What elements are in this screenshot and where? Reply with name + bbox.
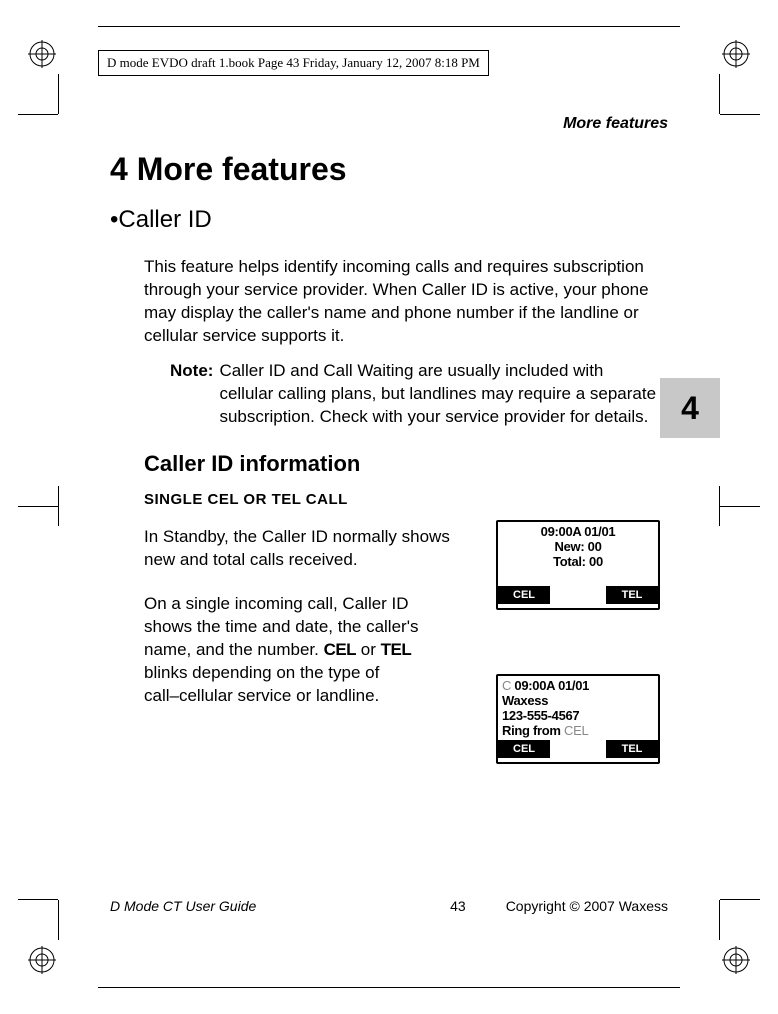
crop-mark-icon — [18, 506, 58, 507]
crop-mark-icon — [719, 74, 720, 114]
note-text: Caller ID and Call Waiting are usually i… — [219, 360, 658, 429]
subsection-heading: Caller ID information — [144, 451, 668, 477]
footer-guide-name: D Mode CT User Guide — [110, 898, 256, 914]
registration-mark-icon — [722, 946, 750, 974]
registration-mark-icon — [28, 946, 56, 974]
registration-mark-icon — [28, 40, 56, 68]
cel-label: CEL — [324, 640, 357, 659]
print-rule-bottom — [98, 987, 680, 988]
standby-paragraph: In Standby, the Caller ID normally shows… — [144, 526, 454, 572]
para-text: or — [356, 640, 381, 659]
para-text: call–cellular service or landline. — [144, 686, 379, 705]
page-body: More features 4 More features •Caller ID… — [110, 115, 668, 914]
note-block: Note: Caller ID and Call Waiting are usu… — [170, 360, 658, 429]
registration-mark-icon — [722, 40, 750, 68]
crop-mark-icon — [720, 899, 760, 900]
chapter-tab: 4 — [660, 378, 720, 438]
crop-mark-icon — [58, 74, 59, 114]
crop-mark-icon — [58, 486, 59, 526]
para-text: blinks depending on the type of — [144, 663, 379, 682]
print-header-info: D mode EVDO draft 1.book Page 43 Friday,… — [98, 50, 489, 76]
crop-mark-icon — [18, 899, 58, 900]
footer-copyright: Copyright © 2007 Waxess — [506, 898, 668, 914]
sub-sub-heading: SINGLE CEL OR TEL CALL — [144, 491, 668, 508]
crop-mark-icon — [719, 486, 720, 526]
tel-label: TEL — [381, 640, 412, 659]
print-rule-top — [98, 26, 680, 27]
section-title: •Caller ID — [110, 206, 668, 234]
crop-mark-icon — [58, 900, 59, 940]
running-head: More features — [110, 115, 668, 133]
crop-mark-icon — [719, 900, 720, 940]
intro-paragraph: This feature helps identify incoming cal… — [144, 256, 668, 348]
note-label: Note: — [170, 360, 213, 429]
crop-mark-icon — [18, 114, 58, 115]
footer-page-number: 43 — [450, 898, 466, 914]
page-footer: D Mode CT User Guide 43 Copyright © 2007… — [110, 898, 668, 914]
crop-mark-icon — [720, 114, 760, 115]
chapter-title: 4 More features — [110, 151, 668, 188]
crop-mark-icon — [720, 506, 760, 507]
incoming-paragraph: On a single incoming call, Caller ID sho… — [144, 593, 454, 708]
